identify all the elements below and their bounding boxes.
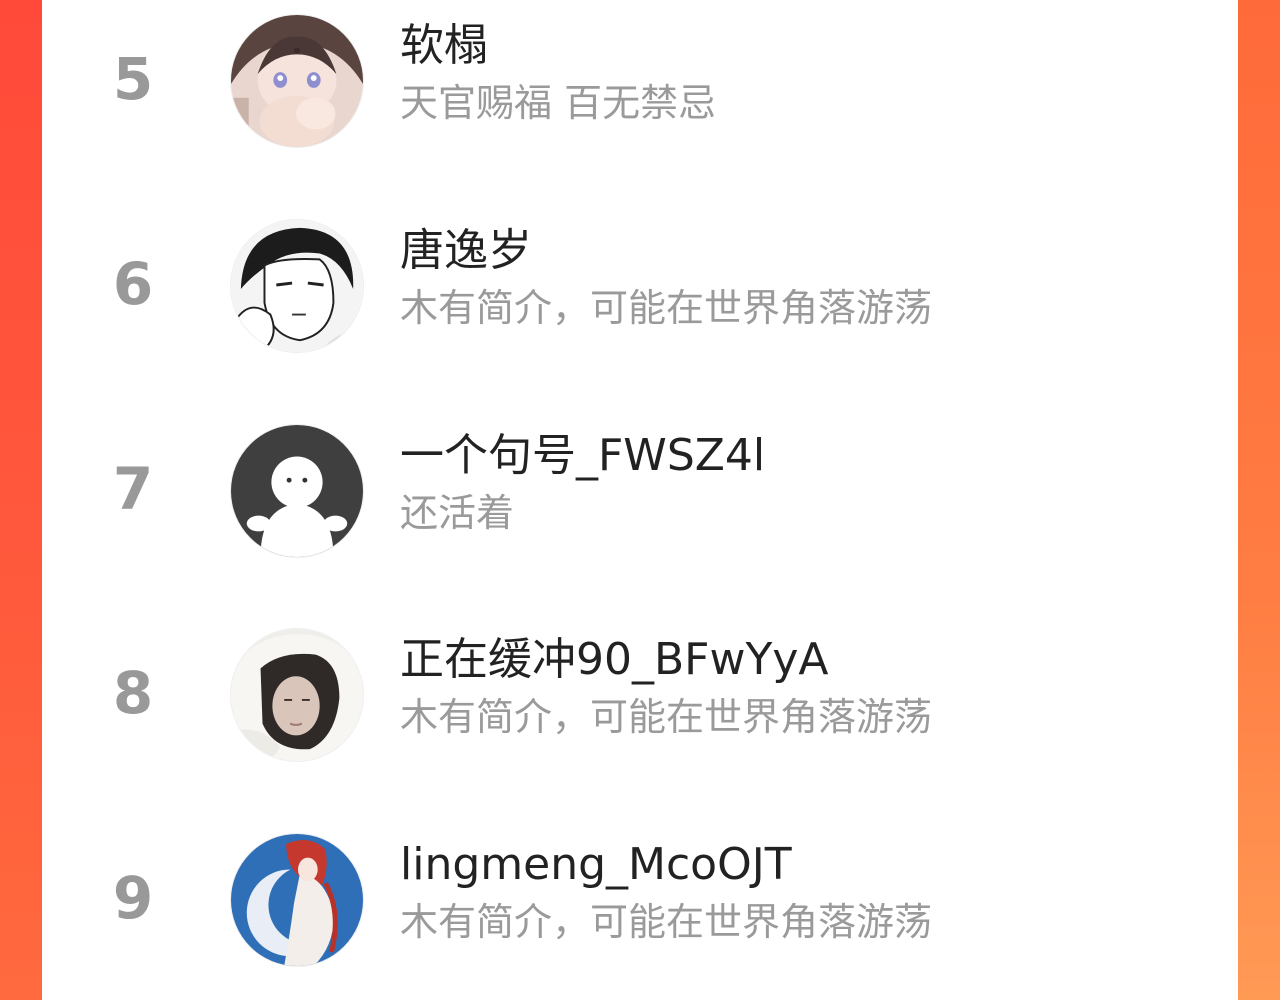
rank-number: 6 (112, 250, 154, 318)
rank-number: 9 (112, 864, 154, 932)
avatar[interactable] (230, 833, 364, 967)
user-name[interactable]: 唐逸岁 (400, 223, 532, 279)
avatar-default-figure-icon (231, 425, 363, 557)
user-bio: 木有简介，可能在世界角落游荡 (400, 286, 933, 330)
avatar[interactable] (230, 219, 364, 353)
user-bio: 还活着 (400, 491, 515, 535)
rank-number: 5 (112, 45, 154, 113)
list-item[interactable]: 7 一个句号_FWSZ4l 还活着 (42, 424, 1238, 574)
background-right-strip (1238, 0, 1280, 1000)
avatar[interactable] (230, 424, 364, 558)
background-left-strip (0, 0, 42, 1000)
user-name[interactable]: 软榻 (400, 18, 488, 74)
list-item[interactable]: 8 正在缓冲90_BFwYyA 木有简介，可能在世界角落游荡 (42, 628, 1238, 778)
avatar-photo-girl-icon (231, 629, 363, 761)
user-name[interactable]: 正在缓冲90_BFwYyA (400, 632, 828, 688)
list-item[interactable]: 9 lingmeng_McoOJT 木有简介，可能在世界角落游荡 (42, 833, 1238, 983)
user-name[interactable]: 一个句号_FWSZ4l (400, 428, 765, 484)
avatar-manga-boy-icon (231, 220, 363, 352)
user-bio: 天官赐福 百无禁忌 (400, 81, 717, 125)
rank-number: 8 (112, 659, 154, 727)
user-bio: 木有简介，可能在世界角落游荡 (400, 695, 933, 739)
rank-number: 7 (112, 455, 154, 523)
user-name[interactable]: lingmeng_McoOJT (400, 837, 792, 893)
ranking-list-panel: 5 软榻 天官赐福 百无禁忌 6 唐逸岁 木有简介，可能在世界角落游荡 7 一个… (42, 0, 1238, 1000)
avatar[interactable] (230, 14, 364, 148)
avatar-illustration-moon-icon (231, 834, 363, 966)
list-item[interactable]: 6 唐逸岁 木有简介，可能在世界角落游荡 (42, 219, 1238, 369)
user-bio: 木有简介，可能在世界角落游荡 (400, 900, 933, 944)
avatar-anime-girl-icon (231, 15, 363, 147)
list-item[interactable]: 5 软榻 天官赐福 百无禁忌 (42, 14, 1238, 164)
avatar[interactable] (230, 628, 364, 762)
